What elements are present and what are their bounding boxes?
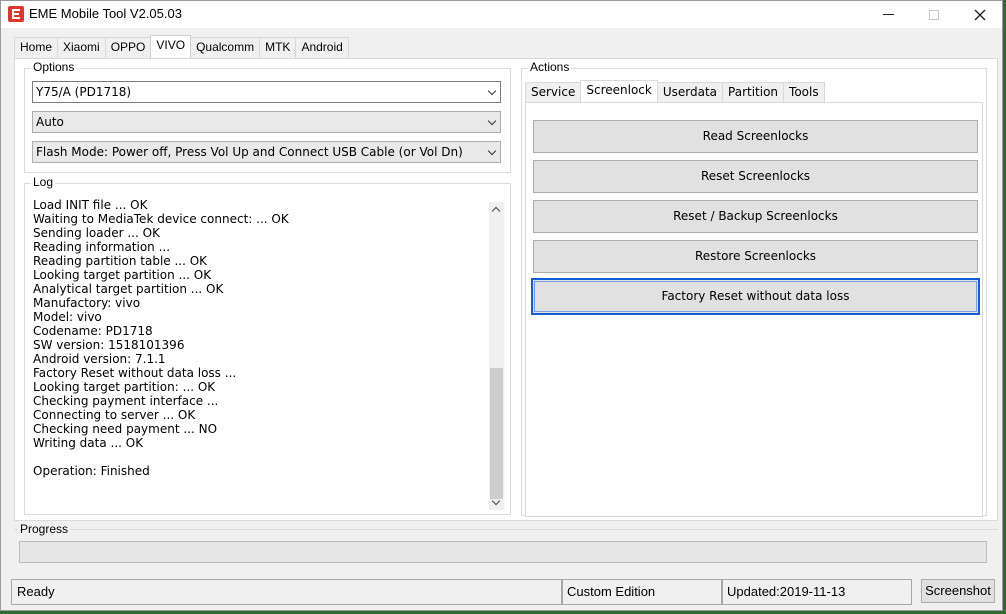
mode-select[interactable]: Auto: [32, 111, 501, 133]
actions-label: Actions: [528, 60, 572, 74]
log-line: Factory Reset without data loss ...: [33, 366, 237, 380]
log-scrollbar[interactable]: [489, 202, 504, 510]
log-line: Load INIT file ... OK: [33, 198, 148, 212]
log-line: Operation: Finished: [33, 464, 150, 478]
reset-backup-screenlocks-button[interactable]: Reset / Backup Screenlocks: [533, 200, 978, 233]
tab-android[interactable]: Android: [295, 37, 349, 58]
chevron-down-icon: [487, 86, 497, 96]
log-line: Manufactory: vivo: [33, 296, 141, 310]
progress-bar: [19, 541, 987, 563]
factory-reset-without-data-loss-button[interactable]: Factory Reset without data loss: [531, 278, 980, 315]
log-line: Checking payment interface ...: [33, 394, 219, 408]
title-bar: EME Mobile Tool V2.05.03: [1, 1, 1002, 28]
screenshot-button[interactable]: Screenshot: [921, 579, 995, 603]
options-group: Options Y75/A (PD1718) Auto Flash Mode: …: [24, 60, 511, 173]
screenlock-panel: Read Screenlocks Reset Screenlocks Reset…: [525, 102, 983, 517]
tab-mtk[interactable]: MTK: [259, 37, 297, 58]
log-line: Android version: 7.1.1: [33, 352, 166, 366]
log-line: Connecting to server ... OK: [33, 408, 196, 422]
log-line: Codename: PD1718: [33, 324, 153, 338]
log-line: Waiting to MediaTek device connect: ... …: [33, 212, 289, 226]
log-line: Looking target partition: ... OK: [33, 380, 216, 394]
progress-group: Progress: [14, 522, 998, 571]
restore-screenlocks-button[interactable]: Restore Screenlocks: [533, 240, 978, 273]
log-line: SW version: 1518101396: [33, 338, 185, 352]
tab-qualcomm[interactable]: Qualcomm: [190, 37, 261, 58]
log-line: Analytical target partition ... OK: [33, 282, 224, 296]
tab-home[interactable]: Home: [14, 37, 59, 58]
main-tab-strip: Home Xiaomi OPPO VIVO Qualcomm MTK Andro…: [14, 35, 349, 58]
log-line: Writing data ... OK: [33, 436, 144, 450]
log-line: Model: vivo: [33, 310, 102, 324]
log-group: Log Load INIT file ... OK Waiting to Medi…: [24, 175, 511, 515]
tab-xiaomi[interactable]: Xiaomi: [57, 37, 106, 58]
log-line: Checking need payment ... NO: [33, 422, 218, 436]
maximize-icon: [929, 9, 939, 20]
tab-vivo[interactable]: VIVO: [150, 35, 192, 58]
chevron-down-icon: [487, 146, 497, 156]
scroll-thumb[interactable]: [490, 368, 503, 499]
model-select[interactable]: Y75/A (PD1718): [32, 81, 501, 103]
log-line: Sending loader ... OK: [33, 226, 160, 240]
tab-screenlock[interactable]: Screenlock: [580, 80, 658, 102]
status-edition: Custom Edition: [561, 579, 723, 605]
vivo-panel: Options Y75/A (PD1718) Auto Flash Mode: …: [14, 58, 998, 521]
read-screenlocks-button[interactable]: Read Screenlocks: [533, 120, 978, 153]
log-output[interactable]: Load INIT file ... OK Waiting to MediaTek…: [26, 197, 509, 513]
actions-group: Actions Service Screenlock Userdata Part…: [521, 60, 987, 517]
close-icon: [974, 9, 986, 20]
window-title: EME Mobile Tool V2.05.03: [29, 6, 182, 21]
chevron-down-icon: [487, 116, 497, 126]
log-line: Reading information ...: [33, 240, 171, 254]
mode-select-value: Auto: [36, 115, 64, 129]
tab-tools[interactable]: Tools: [783, 82, 825, 102]
model-select-value: Y75/A (PD1718): [36, 85, 132, 99]
minimize-button[interactable]: [865, 1, 911, 28]
status-updated: Updated:2019-11-13: [721, 579, 912, 605]
tab-service[interactable]: Service: [525, 82, 582, 102]
tab-userdata[interactable]: Userdata: [656, 82, 724, 102]
eme-logo-icon: [8, 6, 24, 22]
log-line: Reading partition table ... OK: [33, 254, 208, 268]
log-lines: Load INIT file ... OK Waiting to MediaTek…: [33, 198, 488, 478]
log-line: Looking target partition ... OK: [33, 268, 212, 282]
options-label: Options: [31, 60, 77, 74]
scroll-up-icon[interactable]: [491, 206, 501, 216]
tab-partition[interactable]: Partition: [722, 82, 785, 102]
reset-screenlocks-button[interactable]: Reset Screenlocks: [533, 160, 978, 193]
close-button[interactable]: [957, 1, 1003, 28]
actions-tab-strip: Service Screenlock Userdata Partition To…: [525, 80, 825, 102]
tab-oppo[interactable]: OPPO: [104, 37, 152, 58]
flash-mode-select[interactable]: Flash Mode: Power off, Press Vol Up and …: [32, 141, 501, 163]
status-ready: Ready: [11, 579, 563, 605]
minimize-icon: [882, 14, 894, 15]
progress-label: Progress: [18, 522, 71, 536]
maximize-button[interactable]: [911, 1, 957, 28]
app-window: EME Mobile Tool V2.05.03 Home Xiaomi OPP…: [0, 0, 1003, 611]
log-label: Log: [31, 175, 56, 189]
flash-mode-select-value: Flash Mode: Power off, Press Vol Up and …: [36, 145, 463, 159]
